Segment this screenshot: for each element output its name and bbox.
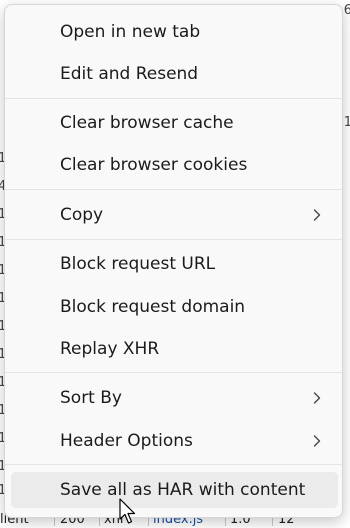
menu-item-header-options[interactable]: Header Options bbox=[11, 423, 338, 459]
edge-glyph: 1 bbox=[343, 115, 350, 130]
menu-item-block-request-url[interactable]: Block request URL bbox=[11, 246, 338, 282]
menu-item-label: Sort By bbox=[60, 388, 122, 408]
menu-item-label: Clear browser cache bbox=[60, 113, 234, 133]
menu-item-label: Copy bbox=[60, 205, 104, 225]
menu-item-open-in-new-tab[interactable]: Open in new tab bbox=[11, 14, 338, 50]
menu-item-label: Save all as HAR with content bbox=[60, 480, 306, 500]
menu-item-save-all-as-har[interactable]: Save all as HAR with content bbox=[11, 472, 338, 508]
menu-separator bbox=[5, 464, 342, 465]
menu-item-copy[interactable]: Copy bbox=[11, 197, 338, 233]
menu-item-label: Block request URL bbox=[60, 254, 216, 274]
menu-separator bbox=[5, 98, 342, 99]
menu-item-block-request-domain[interactable]: Block request domain bbox=[11, 289, 338, 325]
menu-item-label: Clear browser cookies bbox=[60, 155, 248, 175]
chevron-right-icon bbox=[313, 392, 321, 404]
edge-glyph: 6 bbox=[343, 3, 350, 18]
menu-separator bbox=[5, 372, 342, 373]
menu-item-replay-xhr[interactable]: Replay XHR bbox=[11, 331, 338, 367]
menu-item-label: Open in new tab bbox=[60, 22, 201, 42]
mouse-pointer-icon bbox=[119, 498, 136, 524]
menu-item-sort-by[interactable]: Sort By bbox=[11, 380, 338, 416]
menu-item-clear-browser-cache[interactable]: Clear browser cache bbox=[11, 105, 338, 141]
menu-item-label: Replay XHR bbox=[60, 339, 160, 359]
menu-item-label: Header Options bbox=[60, 431, 193, 451]
menu-item-label: Block request domain bbox=[60, 297, 246, 317]
menu-item-clear-browser-cookies[interactable]: Clear browser cookies bbox=[11, 147, 338, 183]
menu-separator bbox=[5, 189, 342, 190]
menu-item-edit-and-resend[interactable]: Edit and Resend bbox=[11, 56, 338, 92]
chevron-right-icon bbox=[313, 435, 321, 447]
chevron-right-icon bbox=[313, 209, 321, 221]
request-list-right-edge: 6 1 bbox=[342, 0, 350, 526]
menu-separator bbox=[5, 239, 342, 240]
menu-item-label: Edit and Resend bbox=[60, 64, 199, 84]
context-menu: Open in new tab Edit and Resend Clear br… bbox=[4, 4, 343, 518]
